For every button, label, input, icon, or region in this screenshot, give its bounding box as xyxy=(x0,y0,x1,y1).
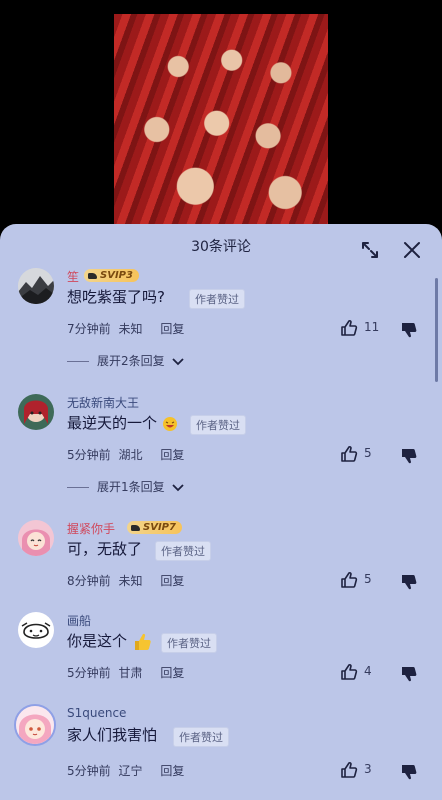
expand-replies-button[interactable]: 展开2条回复 xyxy=(67,352,185,369)
comment-text: 想吃紫蛋了吗? xyxy=(67,288,165,306)
thumbs-up-emoji-icon xyxy=(134,633,151,650)
comment-time: 8分钟前 xyxy=(67,574,111,588)
expand-replies-button[interactable]: 展开1条回复 xyxy=(67,478,185,495)
avatar[interactable] xyxy=(18,394,54,430)
comment-text: 家人们我害怕 xyxy=(67,726,158,744)
thumbs-up-icon[interactable] xyxy=(340,319,358,337)
chevron-down-icon xyxy=(172,483,185,491)
reply-button[interactable]: 回复 xyxy=(160,764,184,778)
username[interactable]: 画船 xyxy=(67,612,91,629)
chevron-down-icon xyxy=(172,357,185,365)
comment-meta: 8分钟前 未知 回复 xyxy=(67,572,184,589)
divider xyxy=(67,361,89,362)
author-liked-badge: 作者赞过 xyxy=(189,289,245,309)
thumbs-up-icon[interactable] xyxy=(340,761,358,779)
comment-location: 辽宁 xyxy=(118,764,143,778)
reply-button[interactable]: 回复 xyxy=(160,322,184,336)
thumbs-down-icon[interactable] xyxy=(400,321,418,339)
comment-meta: 5分钟前 辽宁 回复 xyxy=(67,762,184,779)
like-count: 5 xyxy=(364,446,372,460)
avatar[interactable] xyxy=(18,612,54,648)
comment-time: 5分钟前 xyxy=(67,666,111,680)
comments-sheet: 30条评论 笙 SVIP3 想吃紫蛋了吗? 作者赞过 7分钟前 未知 回复 11… xyxy=(0,224,442,800)
comment-text-content: 你是这个 xyxy=(67,632,128,650)
divider xyxy=(67,487,89,488)
scrollbar[interactable] xyxy=(435,278,438,382)
comment-location: 湖北 xyxy=(118,448,143,462)
comment-text: 你是这个 xyxy=(67,630,152,652)
close-icon[interactable] xyxy=(402,240,422,260)
username[interactable]: S1quence xyxy=(67,706,126,720)
video-player[interactable] xyxy=(0,0,442,236)
author-liked-badge: 作者赞过 xyxy=(155,541,211,561)
avatar[interactable] xyxy=(14,704,56,746)
comment-text: 可，无敌了 xyxy=(67,540,143,558)
thumbs-up-icon[interactable] xyxy=(340,571,358,589)
video-frame[interactable] xyxy=(114,14,328,224)
comment-time: 5分钟前 xyxy=(67,448,111,462)
expand-replies-label: 展开2条回复 xyxy=(97,354,165,368)
thumbs-down-icon[interactable] xyxy=(400,573,418,591)
vip-badge: SVIP7 xyxy=(127,521,182,534)
reply-button[interactable]: 回复 xyxy=(160,574,184,588)
comment-time: 7分钟前 xyxy=(67,322,111,336)
comment-location: 未知 xyxy=(118,322,143,336)
author-liked-badge: 作者赞过 xyxy=(161,633,217,653)
expand-replies-label: 展开1条回复 xyxy=(97,480,165,494)
comment-location: 甘肃 xyxy=(118,666,143,680)
like-count: 3 xyxy=(364,762,372,776)
thumbs-down-icon[interactable] xyxy=(400,763,418,781)
thumbs-down-icon[interactable] xyxy=(400,665,418,683)
comment-meta: 5分钟前 湖北 回复 xyxy=(67,446,184,463)
thumbs-up-icon[interactable] xyxy=(340,445,358,463)
comment-meta: 7分钟前 未知 回复 xyxy=(67,320,184,337)
vip-badge: SVIP3 xyxy=(84,269,139,282)
avatar[interactable] xyxy=(18,268,54,304)
comment-text-content: 最逆天的一个 xyxy=(67,414,158,432)
author-liked-badge: 作者赞过 xyxy=(173,727,229,747)
username[interactable]: 握紧你手 xyxy=(67,520,115,537)
reply-button[interactable]: 回复 xyxy=(160,448,184,462)
comment-location: 未知 xyxy=(118,574,143,588)
expand-icon[interactable] xyxy=(360,240,380,260)
laughing-emoji-icon xyxy=(162,416,177,431)
reply-button[interactable]: 回复 xyxy=(160,666,184,680)
like-count: 5 xyxy=(364,572,372,586)
username[interactable]: 无敌新南大王 xyxy=(67,394,139,411)
thumbs-down-icon[interactable] xyxy=(400,447,418,465)
thumbs-up-icon[interactable] xyxy=(340,663,358,681)
author-liked-badge: 作者赞过 xyxy=(190,415,246,435)
avatar[interactable] xyxy=(18,520,54,556)
comment-text: 最逆天的一个 xyxy=(67,412,178,433)
comment-time: 5分钟前 xyxy=(67,764,111,778)
comment-meta: 5分钟前 甘肃 回复 xyxy=(67,664,184,681)
like-count: 11 xyxy=(364,320,380,334)
like-count: 4 xyxy=(364,664,372,678)
username[interactable]: 笙 xyxy=(67,268,79,285)
